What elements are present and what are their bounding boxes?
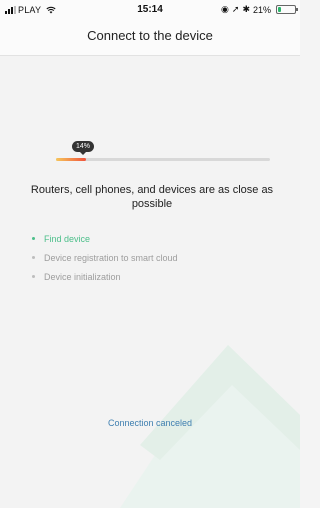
step-item: Find device [32,229,178,248]
location-icon: ➚ [231,4,240,14]
status-bar: PLAY 15:14 ◉ ➚ ✱ 21% [0,0,300,20]
alarm-icon: ◉ [221,4,229,14]
progress-percent-badge: 14% [72,141,95,155]
battery-percent: 21% [252,4,271,15]
progress-bar [56,158,270,162]
step-item: Device registration to smart cloud [32,248,178,267]
step-item: Device initialization [32,267,178,286]
connection-steps: Find device Device registration to smart … [32,229,178,286]
progress-track [56,158,270,161]
step-label: Find device [44,233,91,244]
step-label: Device registration to smart cloud [44,252,178,263]
step-bullet-icon [32,275,35,278]
screen: PLAY 15:14 ◉ ➚ ✱ 21% Connect to the devi… [0,0,300,508]
bluetooth-icon: ✱ [242,4,250,14]
status-right: ◉ ➚ ✱ 21% [221,4,298,15]
step-bullet-icon [32,256,35,259]
connection-canceled-button[interactable]: Connection canceled [0,418,300,428]
progress-fill [56,158,86,161]
page-title: Connect to the device [0,20,300,56]
step-label: Device initialization [44,271,121,282]
step-bullet-icon [32,237,35,240]
proximity-message: Routers, cell phones, and devices are as… [30,184,274,210]
battery-icon [276,5,298,14]
